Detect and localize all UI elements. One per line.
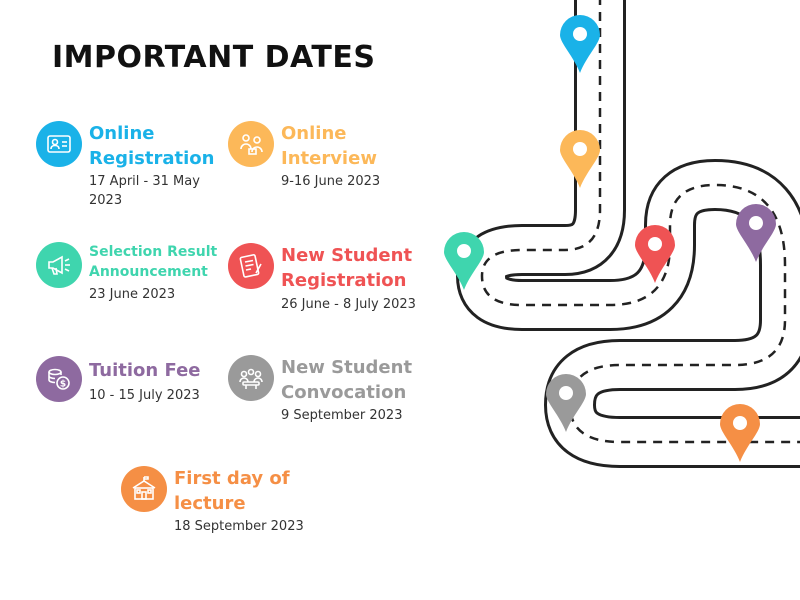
roadmap-illustration bbox=[444, 0, 800, 468]
